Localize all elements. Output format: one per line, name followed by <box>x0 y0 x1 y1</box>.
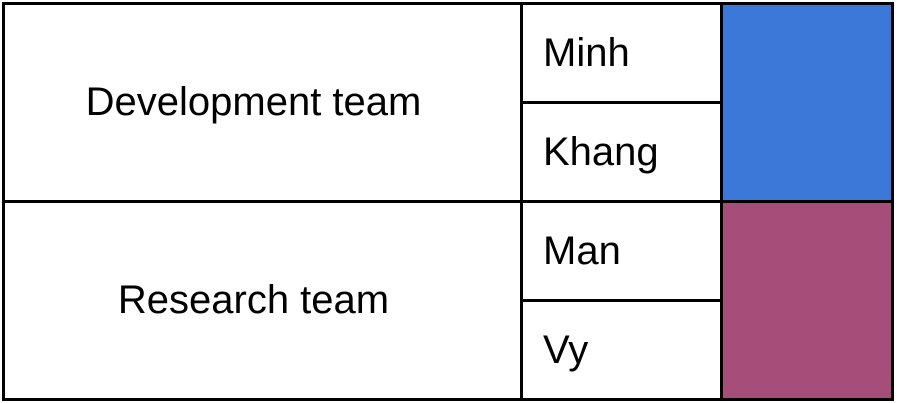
member-name: Man <box>520 200 723 302</box>
team-table: Development team Minh Khang Research tea… <box>2 2 894 401</box>
team-color-swatch <box>720 200 894 401</box>
team-name-development: Development team <box>2 2 523 203</box>
member-name: Vy <box>520 299 723 401</box>
table-row: Research team Man <box>2 200 894 401</box>
member-name: Khang <box>520 101 723 203</box>
team-color-swatch <box>720 2 894 203</box>
table-row: Development team Minh <box>2 2 894 203</box>
member-name: Minh <box>520 2 723 104</box>
team-name-research: Research team <box>2 200 523 401</box>
